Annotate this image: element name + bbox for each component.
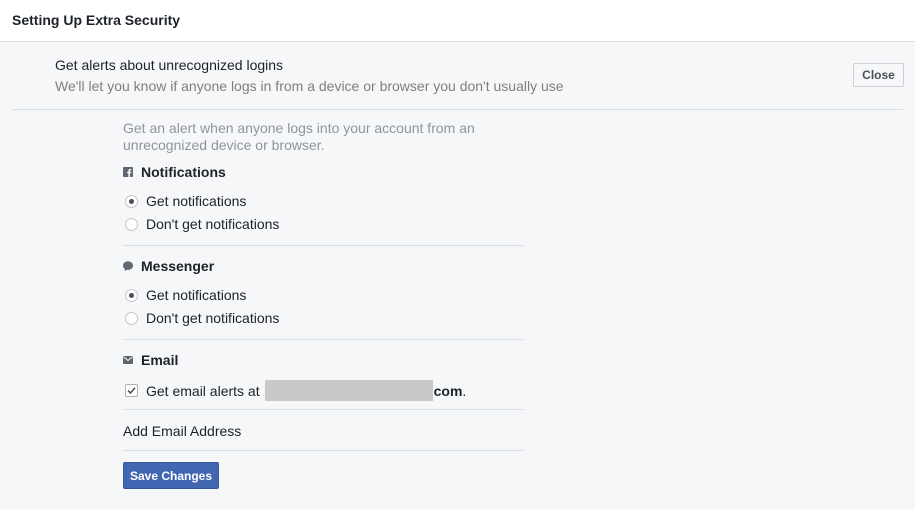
notifications-dont-option[interactable]: Don't get notifications	[125, 216, 279, 232]
email-alert-checkbox[interactable]	[125, 384, 138, 397]
notifications-get-label: Get notifications	[146, 193, 247, 209]
email-divider	[123, 409, 523, 410]
messenger-dont-radio[interactable]	[125, 311, 138, 325]
add-email-divider	[123, 450, 523, 451]
messenger-heading: Messenger	[123, 258, 214, 274]
add-email-address-link[interactable]: Add Email Address	[123, 423, 241, 439]
email-period: .	[462, 382, 467, 399]
intro-text: Get an alert when anyone logs into your …	[123, 120, 475, 153]
facebook-icon	[123, 167, 133, 177]
notifications-heading: Notifications	[123, 164, 226, 180]
messenger-dont-label: Don't get notifications	[146, 310, 280, 326]
checkmark-icon	[127, 387, 136, 395]
chat-bubble-icon	[123, 261, 133, 271]
notifications-divider	[123, 245, 523, 246]
messenger-get-option[interactable]: Get notifications	[125, 287, 246, 303]
notifications-dont-radio[interactable]	[125, 217, 138, 231]
notifications-get-radio[interactable]	[125, 194, 138, 208]
section-title: Get alerts about unrecognized logins	[55, 57, 284, 73]
messenger-divider	[123, 339, 523, 340]
close-button[interactable]: Close	[853, 63, 904, 87]
envelope-icon	[123, 356, 133, 364]
messenger-title: Messenger	[141, 258, 215, 274]
email-title: Email	[141, 352, 179, 368]
messenger-get-radio[interactable]	[125, 288, 138, 302]
email-alert-option[interactable]: Get email alerts at com.	[125, 380, 466, 401]
save-changes-button[interactable]: Save Changes	[123, 462, 219, 489]
email-domain-suffix: com	[433, 382, 463, 399]
notifications-dont-label: Don't get notifications	[146, 216, 280, 232]
notifications-title: Notifications	[141, 164, 226, 180]
section-description: We'll let you know if anyone logs in fro…	[55, 78, 564, 94]
section-divider	[12, 109, 903, 110]
dialog-header: Setting Up Extra Security	[0, 0, 915, 42]
section-header: Get alerts about unrecognized logins We'…	[0, 43, 915, 109]
messenger-dont-option[interactable]: Don't get notifications	[125, 310, 279, 326]
redacted-email-address	[264, 380, 433, 401]
email-heading: Email	[123, 352, 178, 368]
email-alert-prefix: Get email alerts at	[146, 382, 260, 399]
dialog-title: Setting Up Extra Security	[12, 12, 181, 28]
messenger-get-label: Get notifications	[146, 287, 247, 303]
notifications-get-option[interactable]: Get notifications	[125, 193, 246, 209]
